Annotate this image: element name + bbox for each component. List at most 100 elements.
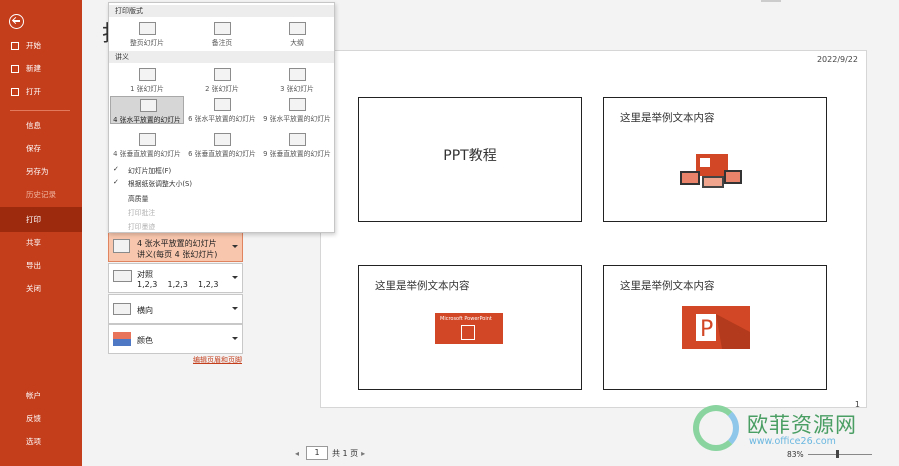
nav-account-label: 帐户: [26, 391, 41, 400]
watermark-text: 欧菲资源网: [747, 413, 857, 437]
handout-4h-label: 4 张水平放置的幻灯片: [113, 116, 181, 124]
nav-export-label: 导出: [26, 261, 41, 270]
watermark-logo-icon: [693, 405, 739, 451]
nav-close[interactable]: 关闭: [0, 278, 82, 300]
nav-print-label: 打印: [26, 215, 41, 224]
landscape-icon: [113, 303, 131, 315]
notes-page-icon: [214, 22, 231, 35]
handout-6-vertical[interactable]: 6 张垂直放置的幻灯片: [185, 131, 259, 159]
layout-full-page-slides[interactable]: 整页幻灯片: [110, 20, 184, 48]
collate-select[interactable]: 对照 1,2,3 1,2,3 1,2,3: [108, 263, 243, 293]
option-high-quality[interactable]: 高质量: [128, 193, 148, 203]
nav-save[interactable]: 保存: [0, 138, 82, 160]
collate-label: 对照: [137, 270, 153, 279]
full-page-slide-icon: [139, 22, 156, 35]
nav-feedback[interactable]: 反馈: [0, 408, 82, 430]
slide-thumbnail-1: PPT教程: [358, 97, 582, 222]
color-select[interactable]: 颜色: [108, 324, 243, 354]
print-layout-select[interactable]: 4 张水平放置的幻灯片 讲义(每页 4 张幻灯片): [108, 232, 243, 262]
handout-9-vertical[interactable]: 9 张垂直放置的幻灯片: [260, 131, 334, 159]
nav-history[interactable]: 历史记录: [0, 184, 82, 206]
handout-6v-icon: [214, 133, 231, 146]
layout-notes-pages[interactable]: 备注页: [185, 20, 259, 48]
home-icon: [11, 42, 19, 50]
nav-new-label: 新建: [26, 64, 41, 73]
nav-new[interactable]: 新建: [0, 58, 82, 80]
handout-2-icon: [214, 68, 231, 81]
print-layout-value: 4 张水平放置的幻灯片: [137, 239, 217, 248]
handout-4-vertical[interactable]: 4 张垂直放置的幻灯片: [110, 131, 184, 159]
nav-open-label: 打开: [26, 87, 41, 96]
handout-9v-label: 9 张垂直放置的幻灯片: [263, 150, 331, 158]
color-label: 颜色: [137, 336, 153, 345]
layout-full-page-label: 整页幻灯片: [130, 39, 164, 47]
layout-outline[interactable]: 大纲: [260, 20, 334, 48]
powerpoint-banner-image: Microsoft PowerPoint: [435, 313, 503, 344]
chevron-down-icon: [232, 337, 238, 340]
next-page-button[interactable]: ▸: [358, 449, 368, 458]
powerpoint-banner-label: Microsoft PowerPoint: [440, 316, 492, 322]
option-scale-to-fit[interactable]: 根据纸张调整大小(S): [128, 178, 192, 188]
watermark: 欧菲资源网 www.office26.com: [693, 405, 893, 463]
nav-info-label: 信息: [26, 121, 41, 130]
powerpoint-logo-large-icon: P: [682, 306, 750, 349]
back-arrow-icon[interactable]: [9, 14, 24, 29]
nav-export[interactable]: 导出: [0, 255, 82, 277]
chevron-down-icon: [232, 245, 238, 248]
option-print-ink: 打印墨迹: [128, 223, 156, 231]
handout-4-horizontal[interactable]: 4 张水平放置的幻灯片: [110, 96, 184, 124]
slide-thumbnail-4: 这里是举例文本内容 P: [603, 265, 827, 390]
nav-account[interactable]: 帐户: [0, 385, 82, 407]
backstage-nav: 开始 新建 打开 信息 保存 另存为 历史记录 打印 共享 导出 关闭 帐户 反…: [0, 0, 82, 466]
print-preview: 2022/9/22 PPT教程 这里是举例文本内容 这里是举例文本内容 Micr…: [320, 50, 867, 409]
slide-3-text: 这里是举例文本内容: [375, 280, 470, 292]
handout-3-label: 3 张幻灯片: [280, 85, 314, 93]
nav-open[interactable]: 打开: [0, 81, 82, 103]
slide-thumbnail-2: 这里是举例文本内容: [603, 97, 827, 222]
previous-page-button[interactable]: ◂: [292, 449, 302, 458]
nav-save-as[interactable]: 另存为: [0, 161, 82, 183]
layout-outline-label: 大纲: [290, 39, 304, 47]
handout-9h-label: 9 张水平放置的幻灯片: [263, 115, 331, 123]
nav-home[interactable]: 开始: [0, 35, 82, 57]
chevron-down-icon: [232, 276, 238, 279]
current-page-input[interactable]: 1: [306, 446, 328, 460]
handout-9h-icon: [289, 98, 306, 111]
handout-4v-icon: [139, 133, 156, 146]
handout-6h-icon: [214, 98, 231, 111]
nav-share-label: 共享: [26, 238, 41, 247]
handout-6h-label: 6 张水平放置的幻灯片: [188, 115, 256, 123]
scale-to-fit-check-icon: ✓: [113, 178, 119, 186]
print-layout-dropdown: 打印版式 整页幻灯片 备注页 大纲 讲义 1 张幻灯片 2 张幻灯片 3 张幻灯…: [108, 2, 335, 233]
nav-print[interactable]: 打印: [0, 207, 82, 232]
handout-1-icon: [139, 68, 156, 81]
orientation-select[interactable]: 横向: [108, 294, 243, 324]
handout-2-label: 2 张幻灯片: [205, 85, 239, 93]
new-file-icon: [11, 65, 19, 73]
handout-6v-label: 6 张垂直放置的幻灯片: [188, 150, 256, 158]
powerpoint-devices-image: [676, 154, 744, 188]
orientation-label: 横向: [137, 306, 153, 315]
nav-share[interactable]: 共享: [0, 232, 82, 254]
nav-history-label: 历史记录: [26, 190, 56, 199]
slide-thumbnail-3: 这里是举例文本内容 Microsoft PowerPoint: [358, 265, 582, 390]
slide-4-text: 这里是举例文本内容: [620, 280, 715, 292]
handout-9-horizontal[interactable]: 9 张水平放置的幻灯片: [260, 96, 334, 124]
nav-home-label: 开始: [26, 41, 41, 50]
handout-3-slides[interactable]: 3 张幻灯片: [260, 66, 334, 94]
edit-header-footer-link[interactable]: 编辑页眉和页脚: [193, 355, 242, 365]
svg-text:P: P: [700, 317, 713, 342]
nav-info[interactable]: 信息: [0, 115, 82, 137]
nav-options[interactable]: 选项: [0, 431, 82, 453]
page-navigator: ◂ 1 共 1 页 ▸: [292, 446, 368, 460]
option-frame-slides[interactable]: 幻灯片加框(F): [128, 165, 171, 175]
nav-divider: [10, 110, 70, 111]
handout-1-label: 1 张幻灯片: [130, 85, 164, 93]
nav-options-label: 选项: [26, 437, 41, 446]
chevron-down-icon: [232, 307, 238, 310]
handout-2-slides[interactable]: 2 张幻灯片: [185, 66, 259, 94]
handout-1-slide[interactable]: 1 张幻灯片: [110, 66, 184, 94]
handout-6-horizontal[interactable]: 6 张水平放置的幻灯片: [185, 96, 259, 124]
slide-1-title: PPT教程: [443, 148, 497, 164]
handout-9v-icon: [289, 133, 306, 146]
